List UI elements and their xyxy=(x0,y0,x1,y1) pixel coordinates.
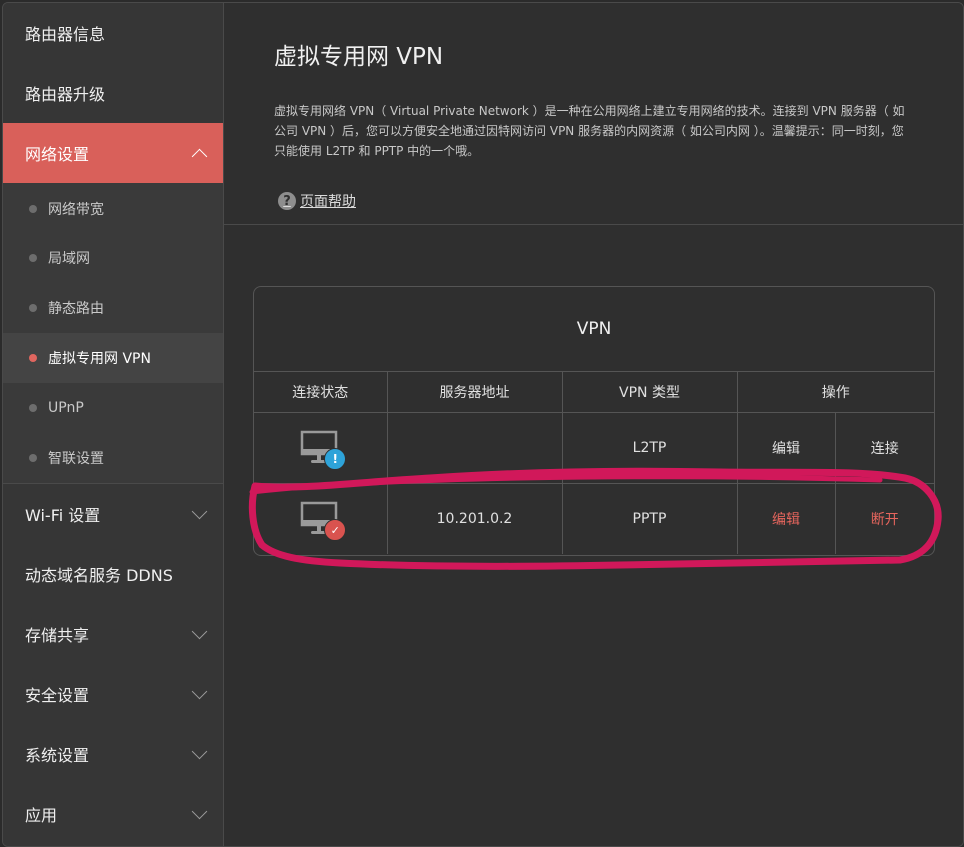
sidebar-item-label: 路由器升级 xyxy=(25,85,106,104)
server-address-cell xyxy=(387,412,563,484)
sidebar-item-label: 网络设置 xyxy=(25,145,90,164)
sidebar-item-ddns[interactable]: 动态域名服务 DDNS xyxy=(3,544,223,604)
sidebar-item-label: 安全设置 xyxy=(25,686,90,705)
header-vpn-type: VPN 类型 xyxy=(562,372,738,413)
sidebar-subitem-bandwidth[interactable]: 网络带宽 xyxy=(3,183,223,233)
vpn-type-cell: L2TP xyxy=(562,412,738,484)
page-help-link[interactable]: ? 页面帮助 xyxy=(278,191,356,211)
network-settings-submenu: 网络带宽 局域网 静态路由 虚拟专用网 VPN UPnP 智联设置 xyxy=(3,183,223,484)
bullet-icon xyxy=(29,354,37,362)
warning-icon: ! xyxy=(324,448,347,470)
table-row: ! L2TP 编辑 连接 xyxy=(254,412,934,484)
sidebar-item-label: Wi-Fi 设置 xyxy=(25,506,101,525)
sidebar-item-wifi[interactable]: Wi-Fi 设置 xyxy=(3,484,223,544)
vpn-card-title: VPN xyxy=(254,287,934,372)
monitor-icon: ✓ xyxy=(300,501,347,541)
sidebar-subitem-label: 局域网 xyxy=(48,251,90,267)
sidebar-item-storage[interactable]: 存储共享 xyxy=(3,604,223,664)
sidebar-subitem-label: UPnP xyxy=(48,400,84,416)
chevron-down-icon xyxy=(191,503,208,519)
bullet-icon xyxy=(29,454,37,462)
sidebar-subitem-vpn[interactable]: 虚拟专用网 VPN xyxy=(3,333,223,383)
sidebar-item-router-info[interactable]: 路由器信息 xyxy=(3,3,223,63)
main-content: 虚拟专用网 VPN 虚拟专用网络 VPN（ Virtual Private Ne… xyxy=(224,3,963,846)
page-description: 虚拟专用网络 VPN（ Virtual Private Network ）是一种… xyxy=(274,104,905,158)
sidebar-item-label: 系统设置 xyxy=(25,746,90,765)
page-title: 虚拟专用网 VPN xyxy=(274,44,444,70)
server-address-cell: 10.201.0.2 xyxy=(387,483,563,554)
monitor-icon: ! xyxy=(300,430,347,470)
status-cell: ! xyxy=(254,412,388,484)
disconnect-button[interactable]: 断开 xyxy=(835,484,934,555)
vpn-table: 连接状态 服务器地址 VPN 类型 操作 ! L2TP 编辑 连接 ✓ 10.2… xyxy=(254,372,934,554)
sidebar-subitem-upnp[interactable]: UPnP xyxy=(3,383,223,433)
sidebar: 路由器信息 路由器升级 网络设置 网络带宽 局域网 静态路由 虚拟专用网 VPN… xyxy=(3,3,224,846)
edit-button[interactable]: 编辑 xyxy=(737,483,836,554)
vpn-type-cell: PPTP xyxy=(562,483,738,554)
header-server-address: 服务器地址 xyxy=(387,372,563,413)
header-connection-status: 连接状态 xyxy=(254,372,388,413)
table-header-row: 连接状态 服务器地址 VPN 类型 操作 xyxy=(254,372,934,413)
help-icon: ? xyxy=(278,192,296,210)
sidebar-item-label: 存储共享 xyxy=(25,626,90,645)
sidebar-item-label: 路由器信息 xyxy=(25,25,106,44)
edit-button[interactable]: 编辑 xyxy=(737,412,836,484)
bullet-icon xyxy=(29,204,37,213)
sidebar-item-apps[interactable]: 应用 xyxy=(3,784,223,844)
bullet-icon xyxy=(29,254,37,262)
bullet-icon xyxy=(29,404,37,412)
sidebar-subitem-label: 网络带宽 xyxy=(48,201,104,218)
sidebar-subitem-lan[interactable]: 局域网 xyxy=(3,233,223,283)
vpn-card: VPN 连接状态 服务器地址 VPN 类型 操作 ! L2TP 编辑 连接 ✓ … xyxy=(253,286,935,556)
checkmark-icon: ✓ xyxy=(324,519,347,541)
connect-button[interactable]: 连接 xyxy=(835,412,934,484)
chevron-down-icon xyxy=(191,623,208,639)
sidebar-item-router-upgrade[interactable]: 路由器升级 xyxy=(3,63,223,123)
chevron-down-icon xyxy=(191,683,208,699)
table-row: ✓ 10.201.0.2 PPTP 编辑 断开 xyxy=(254,483,934,555)
page-help-label: 页面帮助 xyxy=(300,194,356,210)
sidebar-item-security[interactable]: 安全设置 xyxy=(3,664,223,724)
sidebar-item-system[interactable]: 系统设置 xyxy=(3,724,223,784)
chevron-down-icon xyxy=(191,803,208,819)
sidebar-item-network-settings[interactable]: 网络设置 xyxy=(3,123,223,183)
chevron-down-icon xyxy=(191,743,208,759)
sidebar-subitem-label: 虚拟专用网 VPN xyxy=(48,351,151,367)
sidebar-subitem-label: 静态路由 xyxy=(48,301,104,317)
chevron-up-icon xyxy=(191,148,208,164)
sidebar-item-label: 动态域名服务 DDNS xyxy=(25,566,173,585)
sidebar-subitem-smart-link[interactable]: 智联设置 xyxy=(3,433,223,483)
sidebar-item-label: 应用 xyxy=(25,806,58,825)
sidebar-subitem-label: 智联设置 xyxy=(48,451,104,467)
sidebar-subitem-static-route[interactable]: 静态路由 xyxy=(3,283,223,333)
header-actions: 操作 xyxy=(737,372,934,413)
bullet-icon xyxy=(29,304,37,312)
router-admin-window: 路由器信息 路由器升级 网络设置 网络带宽 局域网 静态路由 虚拟专用网 VPN… xyxy=(2,2,964,847)
status-cell: ✓ xyxy=(254,483,388,554)
divider xyxy=(224,224,963,225)
